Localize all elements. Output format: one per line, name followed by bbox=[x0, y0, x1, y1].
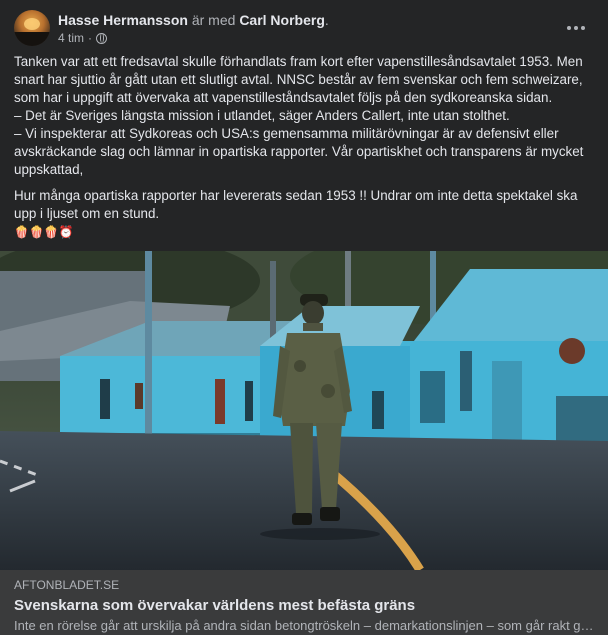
tagged-person[interactable]: Carl Norberg bbox=[239, 12, 325, 28]
author-name[interactable]: Hasse Hermansson bbox=[58, 12, 188, 28]
post-text: Tanken var att ett fredsavtal skulle för… bbox=[14, 53, 596, 240]
link-title[interactable]: Svenskarna som övervakar världens mest b… bbox=[14, 596, 594, 616]
period: . bbox=[324, 12, 329, 28]
soldier-photo bbox=[0, 251, 608, 570]
paragraph-3: – Vi inspekterar att Sydkoreas och USA:s… bbox=[14, 126, 584, 177]
author-line: Hasse Hermansson är med Carl Norberg. bbox=[58, 11, 329, 29]
paragraph-1: Tanken var att ett fredsavtal skulle för… bbox=[14, 54, 583, 105]
link-domain: AFTONBLADET.SE bbox=[14, 578, 120, 592]
author-avatar[interactable] bbox=[14, 10, 50, 46]
post-meta: 4 tim · bbox=[58, 30, 108, 46]
link-preview[interactable]: AFTONBLADET.SE Svenskarna som övervakar … bbox=[0, 570, 608, 635]
facebook-post: Hasse Hermansson är med Carl Norberg. 4 … bbox=[0, 0, 608, 635]
post-header: Hasse Hermansson är med Carl Norberg. 4 … bbox=[14, 10, 596, 46]
post-timestamp[interactable]: 4 tim bbox=[58, 30, 84, 46]
question-paragraph: Hur många opartiska rapporter har levere… bbox=[14, 188, 578, 221]
post-photo[interactable] bbox=[0, 251, 608, 570]
emoji-line: 🍿🍿🍿⏰ bbox=[14, 225, 74, 239]
more-options-icon[interactable] bbox=[562, 14, 590, 42]
meta-separator: · bbox=[88, 31, 93, 45]
globe-icon[interactable] bbox=[96, 32, 108, 44]
link-description: Inte en rörelse går att urskilja på andr… bbox=[14, 618, 594, 633]
paragraph-2: – Det är Sveriges längsta mission i utla… bbox=[14, 108, 510, 123]
with-text: är med bbox=[191, 12, 236, 28]
